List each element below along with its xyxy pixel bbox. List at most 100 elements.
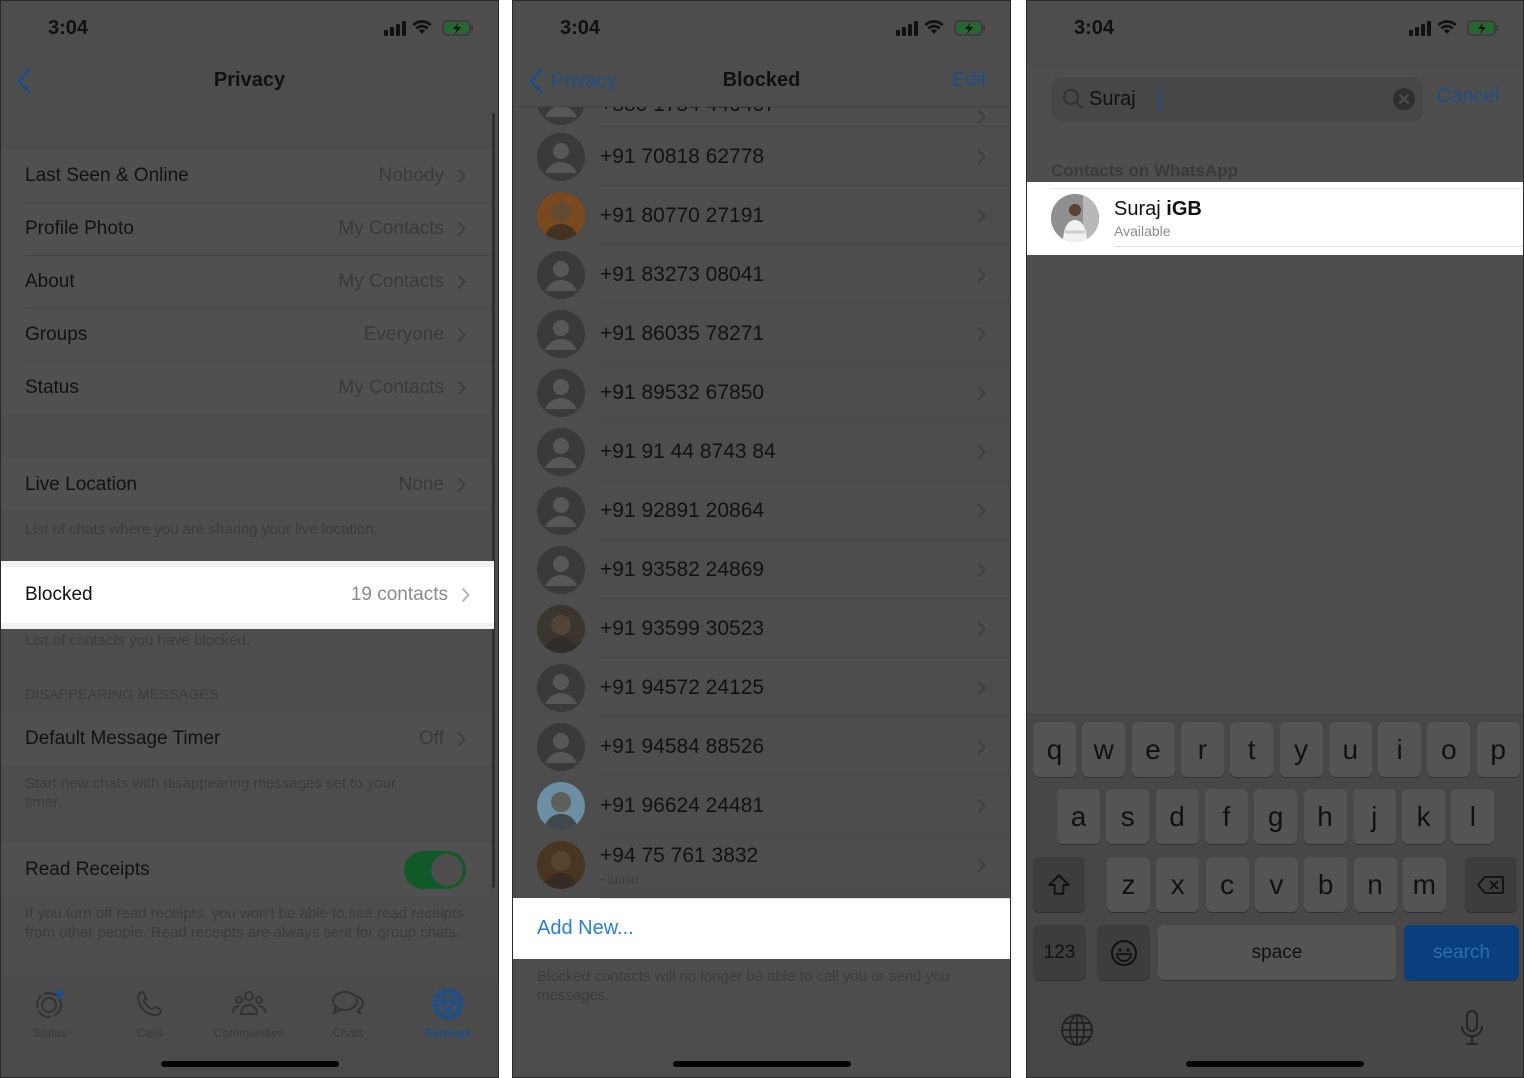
list-item[interactable]: +91 91 44 8743 84 [513, 422, 1010, 481]
tab-status[interactable]: Status [5, 986, 95, 1040]
list-item[interactable]: +91 92891 20864 [513, 481, 1010, 540]
shift-key[interactable] [1033, 857, 1085, 912]
list-item[interactable]: +880 1754 446467 [513, 107, 1010, 127]
row-value: Nobody [378, 164, 445, 186]
edit-button[interactable]: Edit [952, 69, 986, 92]
search-icon [1063, 89, 1083, 109]
chevron-right-icon [977, 680, 986, 695]
key-m[interactable]: m [1402, 857, 1446, 912]
groups-row[interactable]: Groups Everyone [1, 308, 490, 361]
name-match: iGB [1166, 198, 1202, 220]
default-avatar-icon [537, 107, 585, 125]
key-n[interactable]: n [1353, 857, 1397, 912]
list-item[interactable]: +91 94572 24125 [513, 658, 1010, 717]
keyboard-row-4: 123 space search [1027, 925, 1523, 980]
tab-communities[interactable]: Communities [204, 986, 294, 1040]
key-g[interactable]: g [1254, 789, 1298, 844]
page-title: Blocked [722, 69, 801, 91]
list-item[interactable]: +91 94584 88526 [513, 717, 1010, 776]
avatar [537, 368, 585, 417]
home-indicator [672, 1061, 851, 1067]
blocked-row[interactable]: Blocked 19 contacts [1, 567, 494, 623]
tab-label: Settings [424, 1026, 472, 1040]
list-item[interactable]: +91 89532 67850 [513, 363, 1010, 422]
cancel-button[interactable]: Cancel [1437, 85, 1499, 108]
key-i[interactable]: i [1378, 722, 1422, 777]
list-item[interactable]: +91 83273 08041 [513, 245, 1010, 304]
key-v[interactable]: v [1254, 857, 1298, 912]
read-receipts-toggle[interactable] [404, 850, 466, 889]
list-item[interactable]: +94 75 761 3832 ~luusu [513, 835, 1010, 894]
space-key[interactable]: space [1158, 925, 1396, 980]
key-o[interactable]: o [1427, 722, 1471, 777]
battery-charging-icon [1467, 20, 1498, 36]
tab-settings[interactable]: Settings [403, 986, 493, 1040]
key-c[interactable]: c [1205, 857, 1249, 912]
search-input[interactable] [1089, 85, 1379, 113]
battery-charging-icon [954, 20, 985, 36]
key-p[interactable]: p [1476, 722, 1520, 777]
list-item[interactable]: +91 93599 30523 [513, 599, 1010, 658]
live-location-row[interactable]: Live Location None [1, 458, 490, 511]
search-field[interactable] [1051, 77, 1423, 121]
key-d[interactable]: d [1155, 789, 1199, 844]
default-avatar-icon [537, 250, 585, 299]
numbers-key[interactable]: 123 [1033, 925, 1086, 980]
key-r[interactable]: r [1180, 722, 1224, 777]
list-item[interactable]: +91 86035 78271 [513, 304, 1010, 363]
list-item[interactable]: +91 96624 24481 [513, 776, 1010, 835]
default-avatar-icon [537, 486, 585, 535]
key-u[interactable]: u [1328, 722, 1372, 777]
key-w[interactable]: w [1082, 722, 1126, 777]
key-x[interactable]: x [1156, 857, 1200, 912]
key-a[interactable]: a [1057, 789, 1100, 844]
list-item[interactable]: +91 80770 27191 [513, 186, 1010, 245]
key-j[interactable]: j [1352, 789, 1396, 844]
key-q[interactable]: q [1033, 722, 1076, 777]
key-e[interactable]: e [1131, 722, 1175, 777]
list-item[interactable]: +91 70818 62778 [513, 127, 1010, 186]
key-t[interactable]: t [1230, 722, 1274, 777]
search-key[interactable]: search [1404, 925, 1519, 980]
key-h[interactable]: h [1303, 789, 1347, 844]
about-row[interactable]: About My Contacts [1, 255, 490, 308]
key-z[interactable]: z [1107, 857, 1150, 912]
tab-chats[interactable]: Chats [303, 986, 393, 1040]
last-seen-row[interactable]: Last Seen & Online Nobody [1, 149, 490, 202]
key-y[interactable]: y [1279, 722, 1323, 777]
list-item[interactable]: +91 93582 24869 [513, 540, 1010, 599]
blocked-footnote: List of contacts you have blocked. [25, 632, 251, 649]
add-new-button[interactable]: Add New... [513, 898, 1010, 959]
key-b[interactable]: b [1304, 857, 1348, 912]
key-k[interactable]: k [1402, 789, 1446, 844]
clear-search-button[interactable] [1393, 88, 1415, 110]
microphone-icon[interactable] [1459, 1009, 1485, 1047]
scrollbar[interactable] [492, 113, 495, 888]
default-avatar-icon [537, 545, 585, 594]
nav-bar: Privacy [1, 57, 498, 107]
key-l[interactable]: l [1451, 789, 1495, 844]
emoji-key[interactable] [1097, 925, 1150, 980]
key-f[interactable]: f [1204, 789, 1248, 844]
search-result-item[interactable]: Suraj iGB Available [1027, 182, 1523, 255]
tab-label: Communities [213, 1026, 285, 1040]
default-message-timer-row[interactable]: Default Message Timer Off [1, 712, 490, 765]
key-s[interactable]: s [1106, 789, 1150, 844]
row-label: Default Message Timer [25, 727, 221, 749]
contact-number: +94 75 761 3832 [600, 844, 759, 867]
add-blocked-search-screen: 3:04 Cancel Contacts on WhatsApp Suraj i… [1026, 0, 1524, 1078]
tab-label: Calls [136, 1026, 164, 1040]
tab-calls[interactable]: Calls [105, 986, 195, 1040]
profile-photo-row[interactable]: Profile Photo My Contacts [1, 202, 490, 255]
row-label: Read Receipts [25, 858, 150, 880]
keyboard-row-2: asdfghjkl [1027, 789, 1523, 844]
blocked-contacts-list: +880 1754 446467 +91 70818 62778 +91 8077… [513, 107, 1010, 894]
backspace-key[interactable] [1465, 857, 1517, 912]
status-bar: 3:04 [1, 1, 498, 57]
status-row[interactable]: Status My Contacts [1, 361, 490, 414]
keyboard: qwertyuiop asdfghjkl zxcvbnm 123 space s… [1027, 713, 1523, 1077]
name-prefix: Suraj [1114, 198, 1161, 220]
wifi-icon [924, 20, 944, 34]
globe-icon[interactable] [1060, 1013, 1094, 1047]
nav-bar: Privacy Blocked Edit [513, 57, 1010, 107]
